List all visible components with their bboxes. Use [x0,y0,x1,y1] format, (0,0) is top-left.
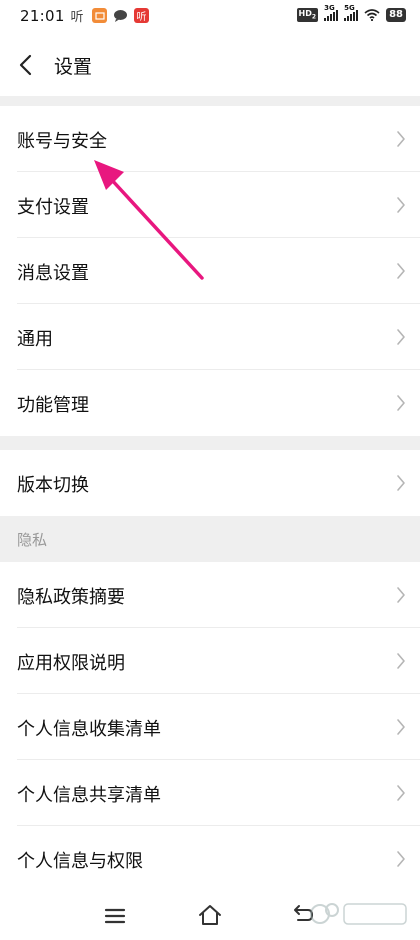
signal-3g-icon: 3G [324,4,339,21]
menu-item-label: 账号与安全 [17,131,107,152]
chevron-right-icon [397,475,405,491]
menu-item-label: 支付设置 [17,197,89,218]
orange-app-icon [92,8,107,23]
menu-item-label: 消息设置 [17,263,89,284]
red-ting-app-icon: 听 [134,8,149,23]
status-bar: 21:01 听 听 HD2 3G 5G 88 [0,0,420,34]
menu-item-label: 个人信息收集清单 [17,719,161,740]
chevron-right-icon [397,653,405,669]
chat-bubble-icon [113,8,128,23]
section-header-label: 隐私 [17,531,48,549]
chevron-right-icon [397,263,405,279]
chevron-right-icon [397,785,405,801]
ting-app-icon: 听 [70,10,84,25]
menu-item-feature-management[interactable]: 功能管理 [0,370,420,436]
privacy-section-header: 隐私 [0,516,420,562]
section-divider [0,96,420,106]
menu-item-label: 个人信息共享清单 [17,785,161,806]
status-time: 21:01 [20,7,65,25]
chevron-left-icon [19,54,32,76]
menu-item-personal-info-permissions[interactable]: 个人信息与权限 [0,826,420,892]
menu-item-label: 隐私政策摘要 [17,587,125,608]
hd-badge: HD2 [296,8,319,22]
system-navigation-bar [0,886,420,940]
section-divider [0,436,420,450]
watermark-logo [310,903,407,925]
back-button[interactable] [10,50,40,80]
menu-item-account-security[interactable]: 账号与安全 [0,106,420,172]
menu-item-app-permissions[interactable]: 应用权限说明 [0,628,420,694]
menu-item-privacy-policy-summary[interactable]: 隐私政策摘要 [0,562,420,628]
chevron-right-icon [397,719,405,735]
status-notification-icons: 听 听 [68,8,149,25]
wifi-icon [364,9,380,21]
chevron-right-icon [397,851,405,867]
menu-item-label: 应用权限说明 [17,653,125,674]
menu-item-payment-settings[interactable]: 支付设置 [0,172,420,238]
menu-item-info-collection-list[interactable]: 个人信息收集清单 [0,694,420,760]
chevron-right-icon [397,197,405,213]
menu-item-version-switch[interactable]: 版本切换 [0,450,420,516]
home-icon[interactable] [198,904,222,926]
signal-5g-icon: 5G [344,4,359,21]
menu-item-label: 个人信息与权限 [17,851,143,872]
menu-item-label: 版本切换 [17,475,89,496]
menu-item-label: 功能管理 [17,395,89,416]
battery-icon: 88 [386,8,406,22]
status-system-icons: HD2 3G 5G 88 [296,4,406,22]
menu-item-message-settings[interactable]: 消息设置 [0,238,420,304]
page-title: 设置 [54,56,93,78]
header-bar: 设置 [0,34,420,96]
chevron-right-icon [397,329,405,345]
chevron-right-icon [397,131,405,147]
menu-item-info-sharing-list[interactable]: 个人信息共享清单 [0,760,420,826]
menu-item-label: 通用 [17,329,53,350]
chevron-right-icon [397,395,405,411]
menu-icon[interactable] [104,908,126,924]
menu-item-general[interactable]: 通用 [0,304,420,370]
chevron-right-icon [397,587,405,603]
